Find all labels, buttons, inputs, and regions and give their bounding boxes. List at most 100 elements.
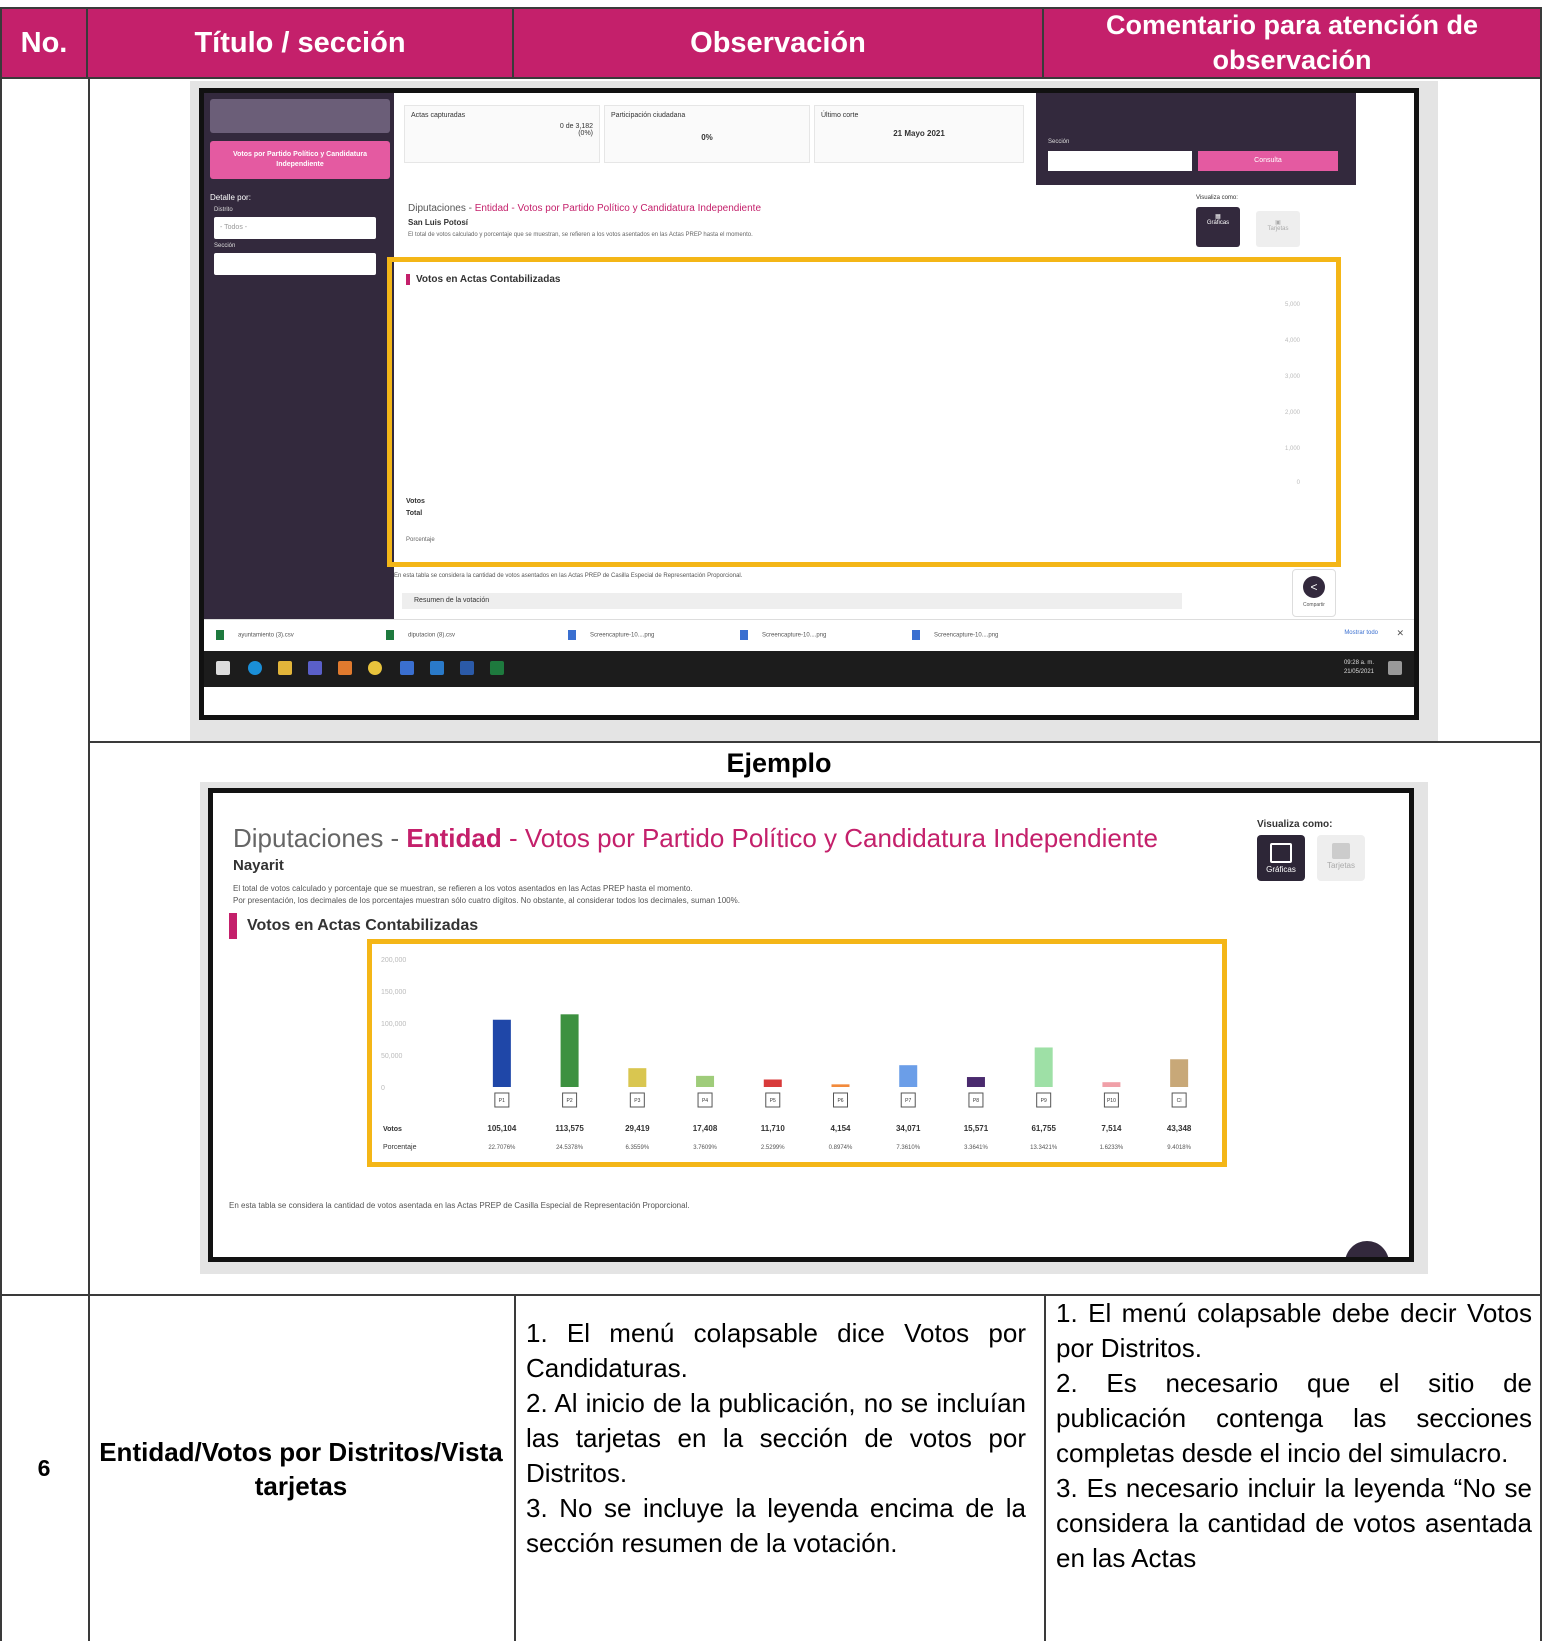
observacion-item: 2. Al inicio de la publicación, no se in… [526,1388,1026,1488]
seccion-select[interactable] [214,253,376,275]
stat-participacion-value: 0% [701,133,713,142]
header-comentario: Comentario para atención de observación [1044,7,1542,79]
sidebar-button-collapsed[interactable] [210,99,390,133]
excel-icon[interactable] [490,661,504,675]
image-file-icon [740,630,748,640]
page-title: Diputaciones - Entidad - Votos por Parti… [408,203,761,214]
consulta-button[interactable]: Consulta [1198,151,1338,171]
stat-participacion: Participación ciudadana 0% [604,105,810,163]
screenshot-2: Diputaciones - Entidad - Votos por Parti… [208,788,1414,1262]
windows-start-icon[interactable] [216,661,230,675]
header-no: No. [0,7,88,79]
table-border-right [1540,79,1542,1641]
download-item[interactable]: ayuntamiento (3).csv [216,630,294,640]
chrome-icon[interactable] [368,661,382,675]
sidebar-button-votos-partido[interactable]: Votos por Partido Político y Candidatura… [210,141,390,179]
excel-file-icon [386,630,394,640]
row-divider-1 [88,741,1542,743]
votos-total-labels: Votos Total [406,496,425,520]
stat-actas-pct: (0%) [578,130,593,137]
row-observaciones: 1. El menú colapsable dice Votos por Can… [526,1316,1026,1561]
mostrar-todo-link[interactable]: Mostrar todo [1344,630,1378,636]
distrito-label: Distrito [214,207,233,213]
y-tick: 4,000 [1284,338,1300,344]
comentario-item: 1. El menú colapsable debe decir Votos p… [1056,1298,1532,1363]
title-prefix: Diputaciones - [408,203,475,214]
file-explorer-icon[interactable] [278,661,292,675]
stat-corte-label: Último corte [821,112,859,119]
download-item[interactable]: Screencapture-10....png [568,630,654,640]
col-divider-2 [514,1295,516,1641]
graficas-button[interactable]: ▦ Gráficas [1196,207,1240,247]
compartir-label: Compartir [1303,602,1325,608]
row-number: 6 [37,1455,51,1481]
download-item[interactable]: diputacion (8).csv [386,630,455,640]
title-rest: - Votos por Partido Político y Candidatu… [508,203,762,214]
image-file-icon [912,630,920,640]
close-icon[interactable]: ✕ [1396,628,1404,639]
header-observacion: Observación [514,7,1044,79]
downloads-bar: ayuntamiento (3).csv diputacion (8).csv … [204,619,1414,652]
footnote: En esta tabla se considera la cantidad d… [394,573,743,579]
observacion-item: 3. No se incluye la leyenda encima de la… [526,1493,1026,1558]
teams-icon[interactable] [308,661,322,675]
notifications-icon[interactable] [1388,661,1402,675]
chart-icon: ▦ [1215,214,1221,220]
compartir-button[interactable]: < Compartir [1292,569,1336,617]
total-label: Total [406,510,423,517]
y-tick: 5,000 [1284,302,1300,308]
download-name: ayuntamiento (3).csv [238,632,294,639]
download-name: diputacion (8).csv [408,632,456,639]
app-icon[interactable] [430,661,444,675]
comentario-item: 2. Es necesario que el sitio de publicac… [1056,1368,1532,1468]
system-clock: 09:28 a. m. 21/05/2021 [1344,659,1374,677]
download-item[interactable]: Screencapture-10....png [912,630,998,640]
download-name: Screencapture-10....png [590,632,655,639]
stat-actas-value: 0 de 3,182 [559,123,593,130]
graficas-label: Gráficas [1206,220,1230,226]
download-name: Screencapture-10....png [762,632,827,639]
seccion-input[interactable] [1048,151,1192,171]
votos-label: Votos [406,498,425,505]
tarjetas-label: Tarjetas [1267,226,1289,232]
note: El total de votos calculado y porcentaje… [408,232,753,238]
excel-file-icon [216,630,224,640]
app-icon[interactable] [338,661,352,675]
cards-icon: ▣ [1275,220,1281,226]
tarjetas-button[interactable]: ▣ Tarjetas [1256,211,1300,247]
state-name: San Luis Potosí [408,218,469,227]
votos-actas-title: Votos en Actas Contabilizadas [406,274,560,285]
stat-corte-value: 21 Mayo 2021 [893,129,945,138]
col-divider-3 [1044,1295,1046,1641]
y-tick: 0 [1296,480,1300,486]
porcentaje-label: Porcentaje [406,537,435,543]
title-entidad: Entidad [474,203,509,214]
distrito-select[interactable]: - Todos - [214,217,376,239]
download-item[interactable]: Screencapture-10....png [740,630,826,640]
comentario-item: 3. Es necesario incluir la leyenda “No s… [1056,1473,1532,1573]
stat-actas-label: Actas capturadas [411,112,466,119]
app-icon[interactable] [400,661,414,675]
consulta-seccion-label: Sección [1048,139,1070,145]
stat-participacion-label: Participación ciudadana [611,112,686,119]
clock-date: 21/05/2021 [1343,669,1374,675]
detalle-label: Detalle por: [210,193,251,202]
word-icon[interactable] [460,661,474,675]
observacion-item: 1. El menú colapsable dice Votos por Can… [526,1318,1026,1383]
taskbar: 09:28 a. m. 21/05/2021 [204,651,1414,687]
highlight-box-chart [367,939,1227,1167]
edge-icon[interactable] [248,661,262,675]
header-titulo: Título / sección [88,7,514,79]
visualiza-label: Visualiza como: [1196,195,1238,201]
seccion-label: Sección [214,243,236,249]
y-tick: 2,000 [1284,410,1300,416]
row-title: Entidad/Votos por Distritos/Vista tarjet… [99,1436,503,1501]
resumen-votacion[interactable]: Resumen de la votación [402,593,1182,609]
y-tick: 1,000 [1284,446,1300,452]
download-name: Screencapture-10....png [934,632,999,639]
ejemplo-label: Ejemplo [726,748,832,778]
clock-time: 09:28 a. m. [1343,660,1374,666]
share-icon: < [1303,576,1325,598]
stat-corte: Último corte 21 Mayo 2021 [814,105,1024,163]
consulta-panel: Sección Consulta [1036,93,1356,185]
